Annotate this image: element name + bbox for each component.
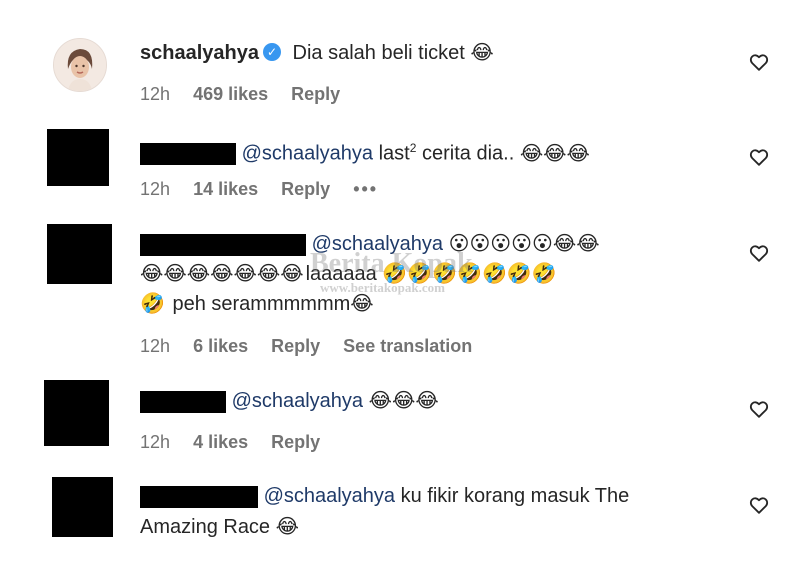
reply-button[interactable]: Reply <box>271 336 320 356</box>
laughing-emoji: 😂 <box>275 514 299 538</box>
timestamp: 12h <box>140 432 171 452</box>
more-options-icon[interactable]: ••• <box>353 179 378 199</box>
comment-text-2: cerita dia.. <box>416 142 515 165</box>
redacted-username <box>140 390 226 413</box>
comment-body: @schaalyahya last2 cerita dia.. 😂😂😂 <box>140 133 592 169</box>
heart-icon[interactable] <box>748 494 770 516</box>
likes-count[interactable]: 4 likes <box>193 432 248 452</box>
likes-count[interactable]: 6 likes <box>193 336 248 356</box>
laughing-emojis: 😂😂😂😂😂😂😂 <box>140 261 304 285</box>
timestamp: 12h <box>140 336 171 356</box>
avatar-portrait-icon <box>54 39 106 91</box>
laughing-emoji: 😂 <box>470 40 494 64</box>
likes-count[interactable]: 469 likes <box>193 84 268 104</box>
avatar-redacted[interactable] <box>47 129 109 186</box>
comment-text: Amazing Race <box>140 516 271 538</box>
avatar-redacted[interactable] <box>52 477 113 537</box>
comment-line-2: Amazing Race 😂 <box>140 511 301 542</box>
mention-link[interactable]: @schaalyahya <box>312 233 443 255</box>
heart-icon[interactable] <box>748 398 770 420</box>
surprised-emojis: 😮😮😮😮😮😂😂 <box>448 231 600 255</box>
comment-text: laaaaaa <box>305 263 377 285</box>
comment-line-1: @schaalyahya 😮😮😮😮😮😂😂 <box>140 228 602 259</box>
comment-line-2: 😂😂😂😂😂😂😂 laaaaaa 🤣🤣🤣🤣🤣🤣🤣 <box>140 258 559 289</box>
verified-badge-icon: ✓ <box>262 43 281 62</box>
rofl-emoji: 🤣 <box>140 291 165 315</box>
likes-count[interactable]: 14 likes <box>193 179 258 199</box>
comment-meta: 12h 469 likes Reply <box>140 84 358 105</box>
comment-meta: 12h 14 likes Reply ••• <box>140 179 396 200</box>
timestamp: 12h <box>140 179 171 199</box>
comment-body: @schaalyahya 😂😂😂 <box>140 385 441 416</box>
comment-text: peh serammmmmm <box>172 293 351 315</box>
timestamp: 12h <box>140 84 171 104</box>
heart-icon[interactable] <box>748 242 770 264</box>
username[interactable]: schaalyahya <box>140 42 259 64</box>
avatar-redacted[interactable] <box>47 224 112 284</box>
comment-body: schaalyahya ✓ Dia salah beli ticket 😂 <box>140 37 496 68</box>
avatar-redacted[interactable] <box>44 380 109 446</box>
comment-text: last <box>378 142 410 165</box>
redacted-username <box>140 485 258 508</box>
reply-button[interactable]: Reply <box>281 179 330 199</box>
reply-button[interactable]: Reply <box>271 432 320 452</box>
mention-link[interactable]: @schaalyahya <box>264 485 395 507</box>
heart-icon[interactable] <box>748 51 770 73</box>
mention-link[interactable]: @schaalyahya <box>232 390 363 412</box>
redacted-username <box>140 233 306 256</box>
heart-icon[interactable] <box>748 146 770 168</box>
laughing-emojis: 😂😂😂 <box>368 388 439 412</box>
laughing-emoji: 😂 <box>350 291 374 315</box>
comment-line-1: @schaalyahya ku fikir korang masuk The <box>140 481 629 511</box>
comment-line-3: 🤣 peh serammmmmm😂 <box>140 288 376 319</box>
comment-text: ku fikir korang masuk The <box>400 485 630 507</box>
mention-link[interactable]: @schaalyahya <box>242 143 373 165</box>
laughing-emojis: 😂😂😂 <box>519 140 590 165</box>
comment-text: Dia salah beli ticket <box>292 42 465 64</box>
reply-button[interactable]: Reply <box>291 84 340 104</box>
see-translation-link[interactable]: See translation <box>343 336 472 356</box>
comment-meta: 12h 6 likes Reply See translation <box>140 336 490 357</box>
avatar[interactable] <box>53 38 107 92</box>
redacted-username <box>140 143 236 166</box>
comment-meta: 12h 4 likes Reply <box>140 432 338 453</box>
rofl-emojis: 🤣🤣🤣🤣🤣🤣🤣 <box>382 261 557 285</box>
